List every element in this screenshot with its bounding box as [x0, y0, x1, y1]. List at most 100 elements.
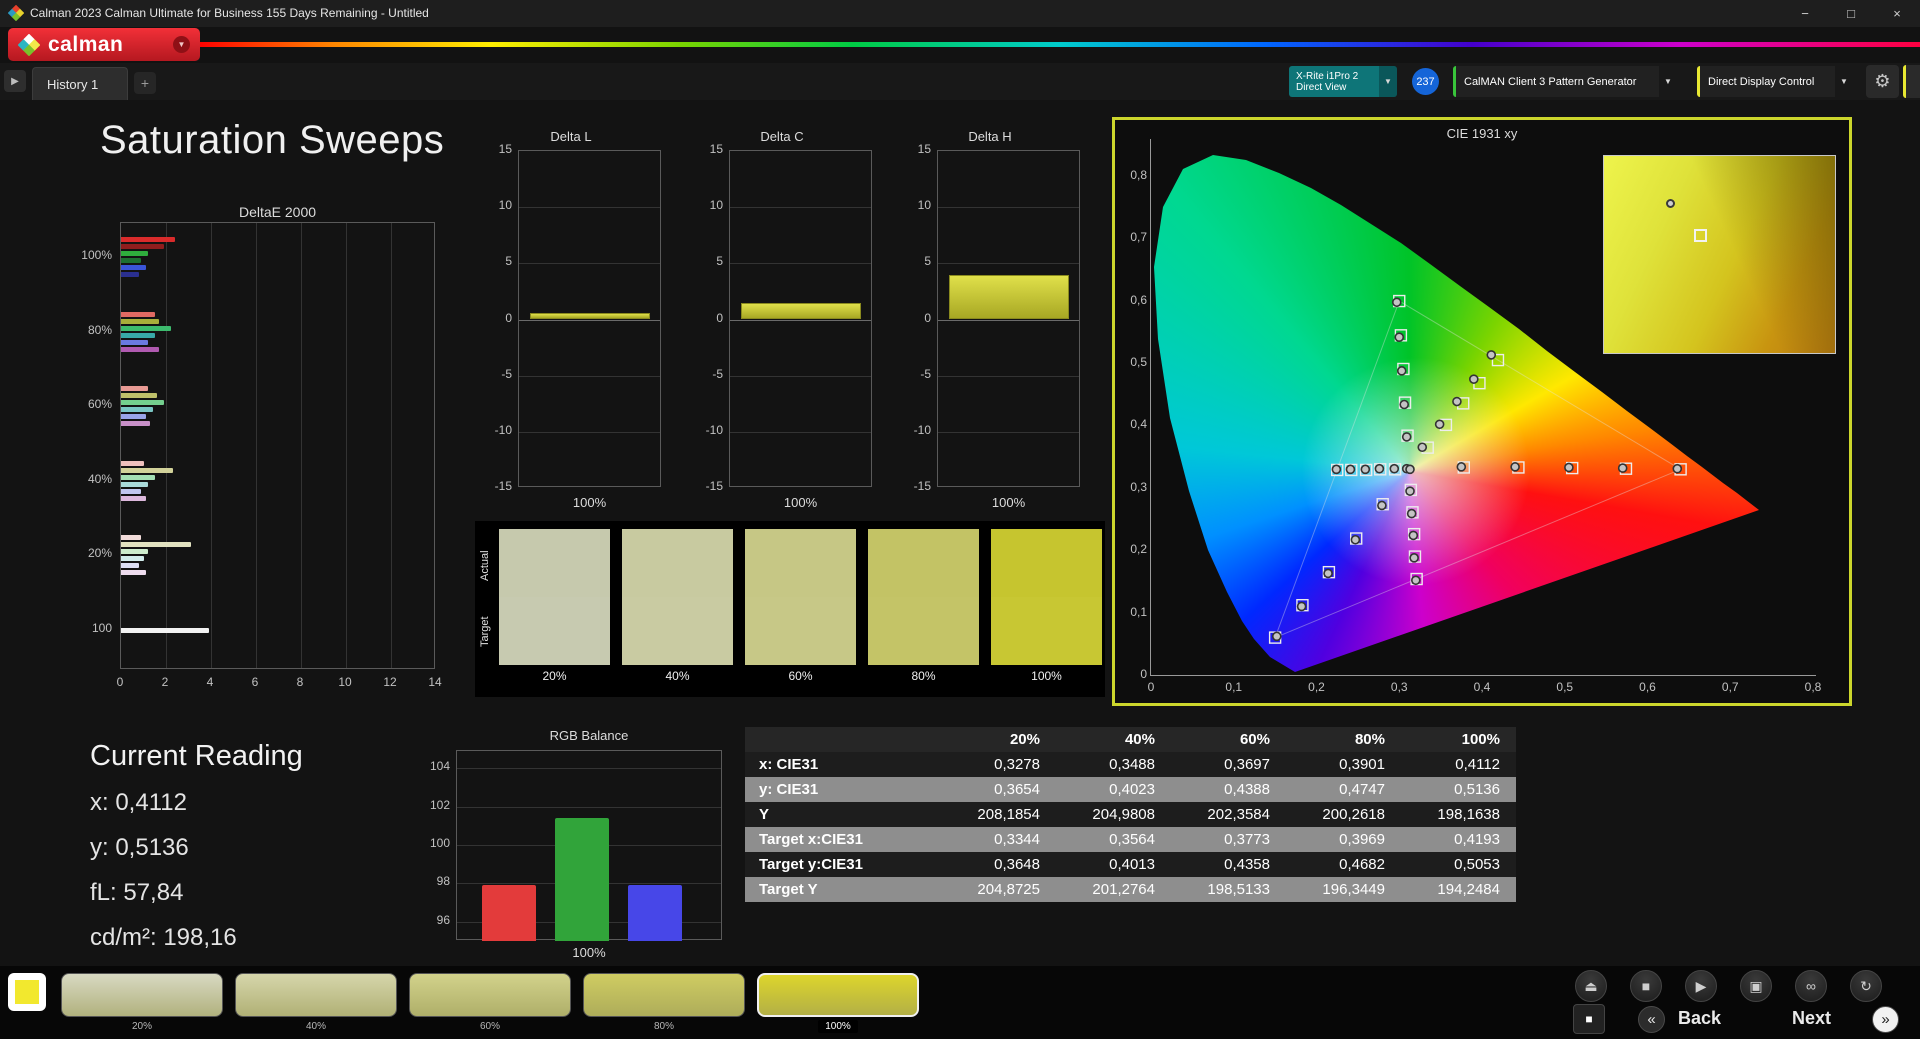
- measured-point-icon: [1393, 298, 1401, 306]
- chevron-down-icon: ▼: [1835, 66, 1853, 97]
- cell-value: 0,5136: [1401, 777, 1516, 802]
- tab-history-1[interactable]: History 1: [32, 67, 128, 100]
- next-arrow-button[interactable]: »: [1872, 1006, 1899, 1033]
- deltae-bar: [121, 400, 164, 405]
- play-button[interactable]: ▶: [1685, 970, 1717, 1002]
- back-button[interactable]: Back: [1678, 1008, 1721, 1029]
- tile-label: 60%: [409, 1021, 571, 1032]
- cell-value: 0,3344: [941, 827, 1056, 852]
- window-title: Calman 2023 Calman Ultimate for Business…: [30, 6, 429, 20]
- next-button[interactable]: Next: [1792, 1008, 1831, 1029]
- active-pattern-tile[interactable]: [8, 973, 46, 1011]
- deltae-bar: [121, 326, 171, 331]
- page-title: Saturation Sweeps: [100, 118, 444, 163]
- pattern-window-button[interactable]: ■: [1573, 1004, 1605, 1034]
- row-label: Target Y: [745, 877, 941, 902]
- grid-line: [938, 263, 1079, 264]
- y-tick-label: -5: [899, 367, 931, 381]
- deltae-bar: [121, 237, 175, 242]
- cie-y-tick: 0,1: [1117, 605, 1147, 619]
- deltae-bar: [121, 244, 164, 249]
- y-tick-label: 5: [691, 254, 723, 268]
- cell-value: 0,3901: [1286, 752, 1401, 777]
- chevron-down-icon: ▼: [1379, 66, 1397, 97]
- cie-y-tick: 0,4: [1117, 417, 1147, 431]
- meter-count-badge[interactable]: 237: [1412, 68, 1439, 95]
- brand-text: calman: [48, 33, 123, 57]
- save-button[interactable]: ▣: [1740, 970, 1772, 1002]
- tile-label: 100%: [757, 1021, 919, 1032]
- column-header: 100%: [1401, 727, 1516, 752]
- back-arrow-button[interactable]: «: [1638, 1006, 1665, 1033]
- pattern-generator-dropdown[interactable]: CalMAN Client 3 Pattern Generator ▼: [1453, 66, 1677, 97]
- delta-plot-area: [729, 150, 872, 487]
- saturation-tile-20%[interactable]: [61, 973, 223, 1017]
- y-tick-label: -15: [480, 479, 512, 493]
- grid-line: [519, 432, 660, 433]
- saturation-tile-60%[interactable]: [409, 973, 571, 1017]
- rgb-balance-plot: [456, 750, 722, 940]
- deltae-bar: [121, 496, 146, 501]
- add-tab-button[interactable]: +: [134, 72, 156, 94]
- edge-panel-button[interactable]: [1903, 65, 1920, 98]
- minimize-button[interactable]: −: [1782, 0, 1828, 27]
- y-tick-label: 98: [416, 874, 450, 888]
- column-header: 20%: [941, 727, 1056, 752]
- cell-value: 204,8725: [941, 877, 1056, 902]
- x-tick-label: 10: [330, 675, 360, 689]
- y-tick-label: -15: [899, 479, 931, 493]
- column-header: [745, 727, 941, 752]
- y-tick-label: 100: [60, 621, 112, 635]
- cie-x-tick: 0,3: [1382, 680, 1416, 694]
- meter-dropdown[interactable]: X-Rite i1Pro 2 Direct View ▼: [1289, 66, 1397, 97]
- y-tick-label: 60%: [60, 397, 112, 411]
- cell-value: 0,3969: [1286, 827, 1401, 852]
- cell-value: 204,9808: [1056, 802, 1171, 827]
- swatch-label: 40%: [622, 669, 733, 683]
- measurement-table: 20%40%60%80%100% x: CIE310,32780,34880,3…: [745, 727, 1516, 902]
- saturation-tile-100%[interactable]: [757, 973, 919, 1017]
- measured-point-icon: [1565, 463, 1573, 471]
- grid-line: [730, 376, 871, 377]
- column-header: 60%: [1171, 727, 1286, 752]
- current-reading-panel: Current Reading x: 0,4112 y: 0,5136 fL: …: [90, 740, 303, 969]
- calman-menu-button[interactable]: calman ▼: [8, 28, 200, 61]
- saturation-tile-80%[interactable]: [583, 973, 745, 1017]
- grid-line: [166, 223, 167, 668]
- measured-point-icon: [1346, 465, 1354, 473]
- row-label: y: CIE31: [745, 777, 941, 802]
- deltae-bar: [121, 272, 139, 277]
- cie-x-axis: [1150, 675, 1816, 676]
- deltae-bar: [121, 535, 141, 540]
- restore-button[interactable]: □: [1828, 0, 1874, 27]
- reading-y: y: 0,5136: [90, 834, 303, 862]
- cell-value: 0,4013: [1056, 852, 1171, 877]
- close-button[interactable]: ×: [1874, 0, 1920, 27]
- gear-icon[interactable]: ⚙: [1866, 65, 1899, 98]
- link-meter-button[interactable]: ∞: [1795, 970, 1827, 1002]
- measured-point-icon: [1398, 367, 1406, 375]
- deltae-bar: [121, 319, 159, 324]
- red-bar: [482, 885, 536, 941]
- target-swatch: [622, 597, 733, 665]
- column-header: 80%: [1286, 727, 1401, 752]
- deltae-bar: [121, 407, 153, 412]
- measured-point-icon: [1666, 199, 1675, 208]
- grid-line: [938, 207, 1079, 208]
- delta-c-chart: Delta C151050-5-10-15100%: [687, 129, 877, 519]
- measured-point-icon: [1403, 433, 1411, 441]
- current-reading-title: Current Reading: [90, 740, 303, 773]
- y-tick-label: -15: [691, 479, 723, 493]
- saturation-tile-40%[interactable]: [235, 973, 397, 1017]
- measured-point-icon: [1436, 420, 1444, 428]
- cell-value: 198,1638: [1401, 802, 1516, 827]
- table-header-row: 20%40%60%80%100%: [745, 727, 1516, 752]
- stop-button[interactable]: ■: [1630, 970, 1662, 1002]
- eject-button[interactable]: ⏏: [1575, 970, 1607, 1002]
- row-label: x: CIE31: [745, 752, 941, 777]
- deltae-plot-area: [120, 222, 435, 669]
- continuous-button[interactable]: ↻: [1850, 970, 1882, 1002]
- display-control-dropdown[interactable]: Direct Display Control ▼: [1697, 66, 1853, 97]
- tab-nav-arrow-icon[interactable]: ▶: [4, 70, 26, 92]
- measured-point-icon: [1400, 401, 1408, 409]
